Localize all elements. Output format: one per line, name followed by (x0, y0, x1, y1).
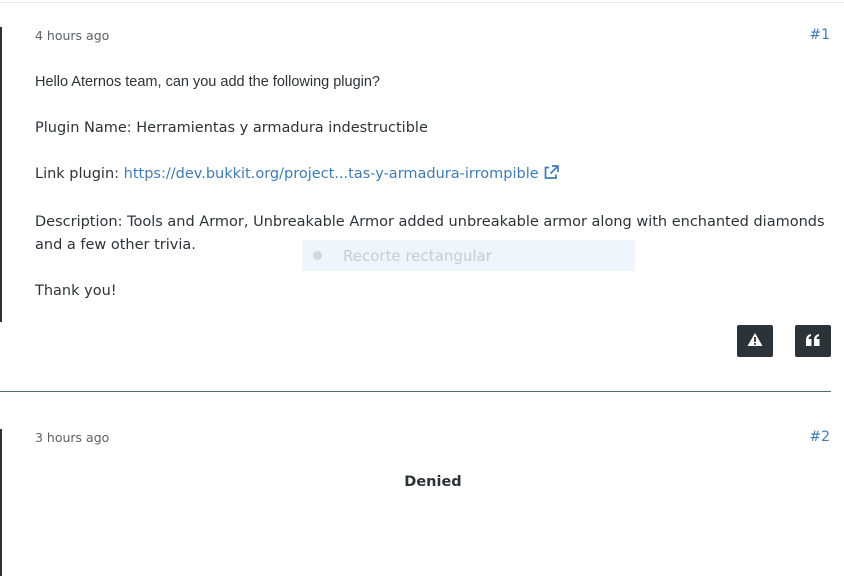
plugin-link-label: Link plugin: (35, 166, 124, 182)
post-permalink[interactable]: #2 (809, 429, 830, 445)
external-link-icon (543, 165, 559, 188)
snipping-overlay: Recorte rectangular (302, 240, 635, 271)
post-accent-bar (0, 27, 2, 322)
post-greeting: Hello Aternos team, can you add the foll… (35, 74, 380, 90)
plugin-link-text: https://dev.bukkit.org/project...tas-y-a… (123, 166, 539, 182)
post-timestamp: 4 hours ago (35, 28, 110, 43)
post-permalink[interactable]: #1 (809, 27, 830, 43)
plugin-link[interactable]: https://dev.bukkit.org/project...tas-y-a… (123, 165, 559, 182)
post-accent-bar (0, 429, 2, 576)
post-status-text: Denied (404, 474, 462, 490)
plugin-link-line: Link plugin: https://dev.bukkit.org/proj… (35, 163, 835, 188)
post-actions (737, 325, 831, 357)
plugin-name-line: Plugin Name: Herramientas y armadura ind… (35, 120, 428, 136)
quote-icon (805, 332, 821, 351)
radio-dot-icon (313, 251, 322, 260)
post-2: 3 hours ago #2 Denied (0, 392, 844, 576)
warning-triangle-icon (747, 332, 763, 351)
post-1: 4 hours ago #1 Hello Aternos team, can y… (0, 0, 844, 392)
post-content: Hello Aternos team, can you add the foll… (35, 71, 835, 326)
overlay-label: Recorte rectangular (343, 246, 492, 265)
report-button[interactable] (737, 325, 773, 357)
post-timestamp: 3 hours ago (35, 430, 110, 445)
post-thanks: Thank you! (35, 283, 117, 299)
quote-button[interactable] (795, 325, 831, 357)
